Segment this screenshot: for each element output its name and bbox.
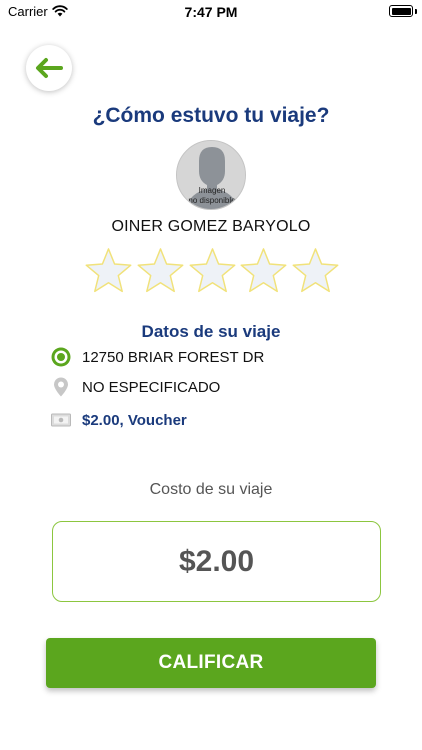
origin-icon-wrap — [51, 347, 71, 367]
star-rating[interactable] — [84, 246, 340, 296]
rate-button[interactable]: CALIFICAR — [46, 638, 376, 688]
cost-box: $2.00 — [52, 521, 381, 602]
avatar-caption: Imagen no disponible — [177, 186, 245, 206]
cost-label: Costo de su viaje — [149, 481, 273, 498]
trip-details-title: Datos de su viaje — [141, 322, 281, 341]
star-icon-2[interactable] — [136, 246, 185, 295]
destination-row: NO ESPECIFICADO — [51, 375, 220, 399]
status-bar: Carrier 7:47 PM — [0, 0, 422, 24]
payment-method: $2.00, Voucher — [82, 411, 187, 429]
clock: 7:47 PM — [184, 4, 238, 20]
star-icon-5[interactable] — [291, 246, 340, 295]
page-title: ¿Cómo estuvo tu viaje? — [92, 104, 330, 127]
origin-address: 12750 BRIAR FOREST DR — [82, 348, 265, 366]
payment-icon-wrap — [51, 410, 71, 430]
driver-avatar: Imagen no disponible — [176, 140, 246, 210]
cash-icon — [51, 413, 71, 427]
arrow-left-icon — [36, 58, 63, 78]
back-button[interactable] — [26, 45, 72, 91]
payment-row: $2.00, Voucher — [51, 408, 187, 432]
avatar-caption-line2: no disponible — [188, 196, 236, 205]
star-icon-4[interactable] — [239, 246, 288, 295]
driver-name: OINER GOMEZ BARYOLO — [111, 218, 311, 235]
star-icon-1[interactable] — [84, 246, 133, 295]
destination-icon-wrap — [51, 377, 71, 397]
cost-value: $2.00 — [178, 544, 255, 578]
origin-dot-icon — [51, 347, 71, 367]
battery-icon — [389, 5, 413, 17]
origin-row: 12750 BRIAR FOREST DR — [51, 345, 264, 369]
map-pin-icon — [54, 377, 68, 397]
star-icon-3[interactable] — [188, 246, 237, 295]
rate-button-label: CALIFICAR — [158, 652, 264, 673]
battery-nub — [415, 9, 417, 14]
destination-address: NO ESPECIFICADO — [82, 378, 221, 396]
avatar-caption-line1: Imagen — [198, 186, 226, 195]
